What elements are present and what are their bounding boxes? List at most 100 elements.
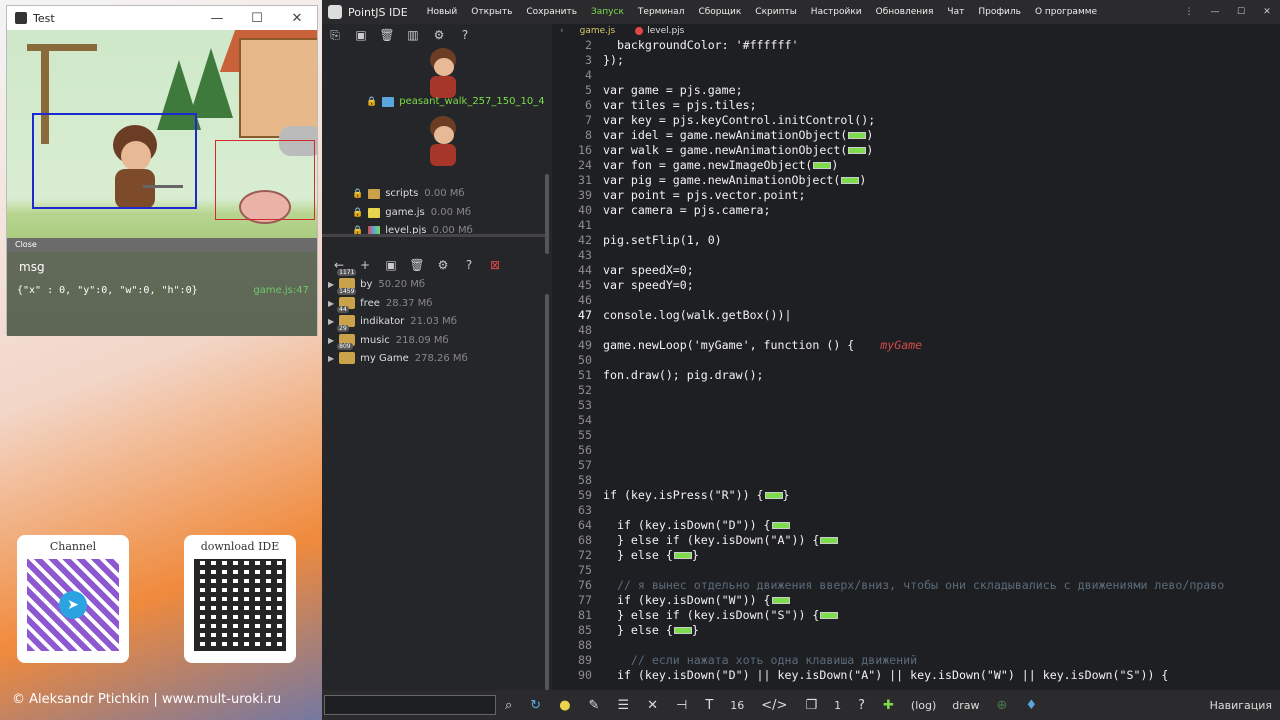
new-file-icon[interactable]: ⎘ [322, 28, 348, 43]
fold-marker-icon[interactable] [841, 177, 860, 184]
tab-level-pjs[interactable]: level.pjs [625, 26, 694, 36]
sidebar-splitter[interactable] [322, 234, 547, 237]
help-icon[interactable]: ? [452, 28, 478, 42]
bulb-icon[interactable]: ● [559, 698, 570, 713]
code-line[interactable]: 53 [554, 398, 1280, 413]
game-canvas[interactable]: Close msg {"x" : 0, "y":0, "w":0, "h":0}… [7, 30, 317, 336]
code-line[interactable]: 64 if (key.isDown("D")) { [554, 518, 1280, 533]
menu-scripts[interactable]: Скрипты [755, 7, 797, 17]
code-line[interactable]: 47 console.log(walk.getBox())| [554, 308, 1280, 323]
code-line[interactable]: 48 [554, 323, 1280, 338]
minimize-icon[interactable]: — [197, 11, 237, 26]
collapse-icon[interactable]: ⊠ [482, 258, 508, 272]
font-size-value[interactable]: 16 [730, 699, 744, 712]
code-line[interactable]: 57 [554, 458, 1280, 473]
code-line[interactable]: 75 [554, 563, 1280, 578]
code-line[interactable]: 39 var point = pjs.vector.point; [554, 188, 1280, 203]
code-line[interactable]: 4 [554, 68, 1280, 83]
more-icon[interactable]: ⋮ [1176, 7, 1202, 17]
fold-marker-icon[interactable] [848, 132, 867, 139]
code-line[interactable]: 85 } else {} [554, 623, 1280, 638]
upload-icon[interactable]: ⊕ [997, 698, 1008, 713]
code-line[interactable]: 24 var fon = game.newImageObject() [554, 158, 1280, 173]
navigation-button[interactable]: Навигация [1210, 699, 1272, 712]
scrollbar[interactable] [545, 294, 549, 694]
code-line[interactable]: 56 [554, 443, 1280, 458]
expand-arrow-icon[interactable]: ▶ [328, 299, 334, 308]
book-icon[interactable]: ▥ [400, 28, 426, 42]
code-line[interactable]: 89 // если нажата хоть одна клавиша движ… [554, 653, 1280, 668]
help-icon[interactable]: ? [456, 258, 482, 272]
code-line[interactable]: 8 var idel = game.newAnimationObject() [554, 128, 1280, 143]
code-line[interactable]: 43 [554, 248, 1280, 263]
menu-save[interactable]: Сохранить [526, 7, 577, 17]
file-scripts[interactable]: 🔒 scripts 0.00 Мб [352, 188, 465, 199]
code-line[interactable]: 44 var speedX=0; [554, 263, 1280, 278]
menu-settings[interactable]: Настройки [811, 7, 862, 17]
new-folder-icon[interactable]: ▣ [348, 28, 374, 42]
code-line[interactable]: 7 var key = pjs.keyControl.initControl(); [554, 113, 1280, 128]
code-icon[interactable]: </> [761, 698, 787, 713]
fold-marker-icon[interactable] [764, 492, 783, 499]
code-line[interactable]: 6 var tiles = pjs.tiles; [554, 98, 1280, 113]
code-line[interactable]: 41 [554, 218, 1280, 233]
fold-marker-icon[interactable] [673, 627, 692, 634]
code-line[interactable]: 81 } else if (key.isDown("S")) { [554, 608, 1280, 623]
code-line[interactable]: 50 [554, 353, 1280, 368]
log-button[interactable]: (log) [911, 699, 936, 712]
minimize-icon[interactable]: — [1202, 7, 1228, 17]
code-line[interactable]: 46 [554, 293, 1280, 308]
sliders-icon[interactable]: ☰ [617, 698, 629, 713]
close-icon[interactable]: ✕ [1254, 7, 1280, 17]
code-line[interactable]: 59 if (key.isPress("R")) {} [554, 488, 1280, 503]
code-line[interactable]: 31 var pig = game.newAnimationObject() [554, 173, 1280, 188]
menu-about[interactable]: О программе [1035, 7, 1097, 17]
close-button[interactable]: Close [7, 238, 317, 252]
fold-marker-icon[interactable] [771, 597, 790, 604]
file-game-js[interactable]: 🔒 game.js 0.00 Мб [352, 207, 471, 218]
code-line[interactable]: 63 [554, 503, 1280, 518]
code-line[interactable]: 58 [554, 473, 1280, 488]
tab-scroll-left-icon[interactable]: ‹ [560, 26, 564, 36]
code-line[interactable]: 77 if (key.isDown("W")) { [554, 593, 1280, 608]
menu-run[interactable]: Запуск [591, 7, 624, 17]
menu-profile[interactable]: Профиль [978, 7, 1021, 17]
code-line[interactable]: 90 if (key.isDown("D") || key.isDown("A"… [554, 668, 1280, 683]
code-line[interactable]: 55 [554, 428, 1280, 443]
expand-arrow-icon[interactable]: ▶ [328, 317, 334, 326]
expand-arrow-icon[interactable]: ▶ [328, 280, 334, 289]
search-icon[interactable]: ⌕ [505, 698, 512, 713]
menu-updates[interactable]: Обновления [876, 7, 934, 17]
code-line[interactable]: 16 var walk = game.newAnimationObject() [554, 143, 1280, 158]
fold-marker-icon[interactable] [820, 537, 839, 544]
close-icon[interactable]: ✕ [277, 11, 317, 26]
fold-marker-icon[interactable] [673, 552, 692, 559]
align-icon[interactable]: ⊣ [676, 698, 687, 713]
code-line[interactable]: 2 backgroundColor: '#ffffff' [554, 38, 1280, 53]
fold-marker-icon[interactable] [813, 162, 832, 169]
fold-marker-icon[interactable] [820, 612, 839, 619]
trash-icon[interactable]: 🗑 [404, 258, 430, 272]
menu-open[interactable]: Открыть [471, 7, 512, 17]
asset-peasant-walk[interactable]: 🔒 peasant_walk_257_150_10_4 [366, 96, 545, 107]
expand-arrow-icon[interactable]: ▶ [328, 354, 334, 363]
menu-builder[interactable]: Сборщик [698, 7, 741, 17]
code-line[interactable]: 51 fon.draw(); pig.draw(); [554, 368, 1280, 383]
refresh-icon[interactable]: ↻ [530, 698, 541, 713]
code-line[interactable]: 68 } else if (key.isDown("A")) { [554, 533, 1280, 548]
fold-marker-icon[interactable] [771, 522, 790, 529]
menu-chat[interactable]: Чат [947, 7, 964, 17]
test-titlebar[interactable]: Test — ☐ ✕ [7, 6, 317, 30]
help-icon[interactable]: ? [858, 698, 865, 713]
fold-marker-icon[interactable] [848, 147, 867, 154]
trash-icon[interactable]: 🗑 [374, 28, 400, 42]
tab-game-js[interactable]: game.js [570, 26, 626, 36]
code-line[interactable]: 54 [554, 413, 1280, 428]
code-editor[interactable]: ‹ game.js level.pjs 2 backgroundColor: '… [554, 24, 1280, 690]
msg-file-link[interactable]: game.js:47 [253, 285, 309, 296]
maximize-icon[interactable]: ☐ [237, 11, 277, 26]
gear-icon[interactable]: ⚙ [430, 258, 456, 272]
add-icon[interactable]: + [352, 258, 378, 272]
folder-my-game[interactable]: ▶ 809 my Game 278.26 Мб [328, 343, 468, 364]
gear-icon[interactable]: ⚙ [426, 28, 452, 42]
